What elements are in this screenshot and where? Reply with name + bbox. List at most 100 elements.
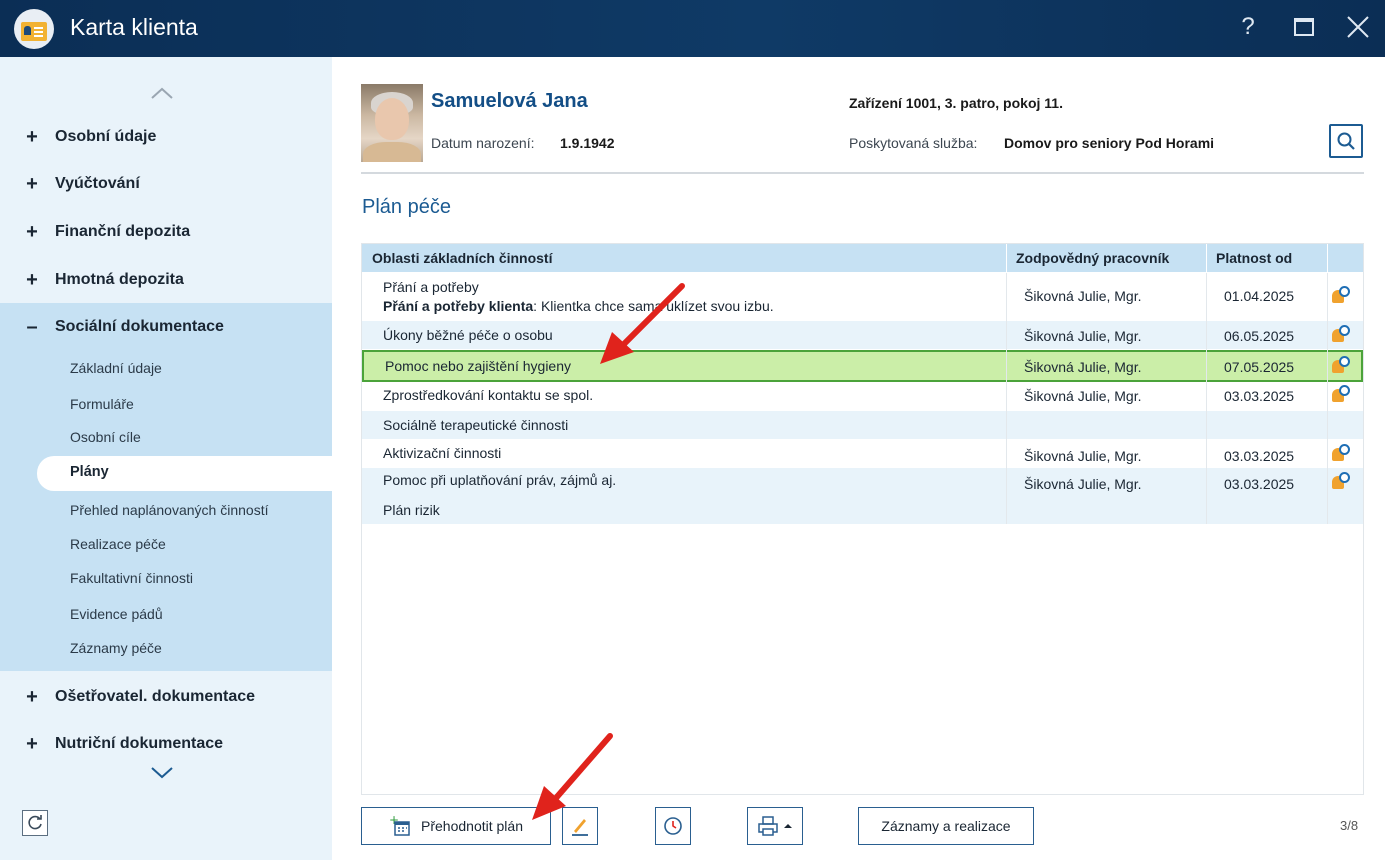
dob-label: Datum narození: [431, 135, 535, 151]
sidebar-item-osobni-udaje[interactable]: + Osobní údaje [24, 123, 324, 151]
sidebar-subitem-plany[interactable]: Plány [37, 456, 332, 491]
row-area: Plán rizik [383, 502, 440, 518]
row-area: Aktivizační činnosti [383, 445, 502, 461]
table-row[interactable]: Přání a potřeby Přání a potřeby klienta:… [362, 273, 1363, 318]
sidebar-item-label: Hmotná depozita [55, 271, 184, 288]
table-row[interactable]: Plán rizik [362, 496, 1363, 524]
sidebar-subitem-osobni-cile[interactable]: Osobní cíle [70, 424, 141, 450]
sidebar-subitem-zaznamy-pece[interactable]: Záznamy péče [70, 635, 162, 661]
table-row-selected[interactable]: Pomoc nebo zajištění hygieny Šikovná Jul… [362, 350, 1363, 382]
row-date: 03.03.2025 [1224, 448, 1295, 464]
sidebar-subitem-prehled-cinnosti[interactable]: Přehled naplánovaných činností [70, 497, 268, 523]
sidebar-item-label: Osobní údaje [55, 128, 157, 145]
service-value: Domov pro seniory Pod Horami [1004, 135, 1215, 151]
sidebar-subitem-evidence-padu[interactable]: Evidence pádů [70, 601, 163, 627]
row-area: Pomoc při uplatňování práv, zájmů aj. [383, 472, 617, 488]
expand-icon: + [26, 686, 38, 708]
column-header-valid-from[interactable]: Platnost od [1216, 250, 1292, 266]
column-header-area[interactable]: Oblasti základních činností [372, 250, 552, 266]
expand-icon: + [26, 173, 38, 195]
print-button[interactable] [747, 807, 803, 845]
add-calendar-icon: + [389, 815, 410, 836]
table-row[interactable]: Pomoc při uplatňování práv, zájmů aj. Ši… [362, 468, 1363, 496]
page-indicator: 3/8 [1340, 818, 1359, 833]
bell-icon[interactable] [1330, 472, 1352, 492]
row-area: Přání a potřeby [383, 279, 479, 295]
collapse-icon: – [26, 316, 38, 338]
table-row[interactable]: Zprostředkování kontaktu se spol. Šikovn… [362, 383, 1363, 411]
row-worker: Šikovná Julie, Mgr. [1024, 448, 1142, 464]
sidebar-subitem-zakladni-udaje[interactable]: Základní údaje [70, 355, 162, 381]
sidebar-item-vyuctovani[interactable]: + Vyúčtování [24, 170, 324, 198]
close-icon [1347, 16, 1369, 38]
bell-icon[interactable] [1330, 385, 1352, 405]
records-and-realization-label: Záznamy a realizace [881, 818, 1011, 834]
chevron-up-icon [784, 824, 792, 828]
reevaluate-plan-button[interactable]: + Přehodnotit plán [361, 807, 551, 845]
row-detail: Přání a potřeby klienta: Klientka chce s… [383, 298, 774, 314]
sidebar-item-label: Vyúčtování [55, 175, 140, 192]
row-date: 01.04.2025 [1224, 288, 1295, 304]
maximize-button[interactable] [1288, 10, 1320, 44]
table-row[interactable]: Úkony běžné péče o osobu Šikovná Julie, … [362, 321, 1363, 349]
reevaluate-plan-label: Přehodnotit plán [421, 818, 523, 834]
client-name: Samuelová Jana [431, 90, 588, 112]
row-area: Úkony běžné péče o osobu [383, 327, 553, 343]
table-row[interactable]: Aktivizační činnosti Šikovná Julie, Mgr.… [362, 439, 1363, 467]
sidebar-item-nutricni-dokumentace[interactable]: + Nutriční dokumentace [24, 730, 324, 758]
records-and-realization-button[interactable]: Záznamy a realizace [858, 807, 1034, 845]
row-date: 06.05.2025 [1224, 328, 1295, 344]
pencil-icon [572, 819, 588, 836]
sidebar-item-hmotna-depozita[interactable]: + Hmotná depozita [24, 266, 324, 294]
close-button[interactable] [1342, 10, 1374, 44]
header-divider [361, 172, 1364, 174]
sidebar-subitem-realizace-pece[interactable]: Realizace péče [70, 531, 166, 557]
printer-icon [758, 816, 778, 836]
sidebar-subitem-fakultativni-cinnosti[interactable]: Fakultativní činnosti [70, 565, 193, 591]
maximize-icon [1294, 18, 1314, 36]
bell-icon[interactable] [1330, 444, 1352, 464]
row-worker: Šikovná Julie, Mgr. [1024, 288, 1142, 304]
sidebar-item-label: Ošetřovatel. dokumentace [55, 688, 256, 705]
client-location: Zařízení 1001, 3. patro, pokoj 11. [849, 95, 1063, 111]
row-worker: Šikovná Julie, Mgr. [1024, 476, 1142, 492]
svg-text:+: + [389, 815, 399, 827]
title-bar: Karta klienta ? [0, 0, 1385, 57]
scroll-down-icon[interactable] [150, 766, 174, 780]
row-date: 03.03.2025 [1224, 388, 1295, 404]
row-area: Sociálně terapeutické činnosti [383, 417, 569, 433]
scroll-up-icon[interactable] [150, 86, 174, 100]
care-plan-table: Oblasti základních činností Zodpovědný p… [361, 243, 1364, 795]
bell-icon[interactable] [1330, 325, 1352, 345]
edit-button[interactable] [562, 807, 598, 845]
row-area: Zprostředkování kontaktu se spol. [383, 387, 594, 403]
expand-icon: + [26, 733, 38, 755]
refresh-icon [28, 815, 42, 830]
expand-icon: + [26, 126, 38, 148]
help-button[interactable]: ? [1232, 10, 1264, 44]
history-icon [664, 817, 682, 835]
bell-icon[interactable] [1330, 286, 1352, 306]
window-title: Karta klienta [70, 14, 198, 40]
sidebar-item-label: Nutriční dokumentace [55, 735, 224, 752]
sidebar-item-osetrovatel-dokumentace[interactable]: + Ošetřovatel. dokumentace [24, 683, 324, 711]
service-label: Poskytovaná služba: [849, 135, 978, 151]
refresh-button[interactable] [22, 810, 48, 836]
table-header: Oblasti základních činností Zodpovědný p… [362, 244, 1363, 272]
search-button[interactable] [1329, 124, 1363, 158]
bell-icon[interactable] [1330, 356, 1352, 376]
row-worker: Šikovná Julie, Mgr. [1024, 359, 1142, 375]
table-row[interactable]: Sociálně terapeutické činnosti [362, 411, 1363, 439]
row-date: 03.03.2025 [1224, 476, 1295, 492]
column-header-worker[interactable]: Zodpovědný pracovník [1016, 250, 1169, 266]
dob-value: 1.9.1942 [560, 135, 615, 151]
row-worker: Šikovná Julie, Mgr. [1024, 328, 1142, 344]
sidebar-subitem-label: Plány [70, 464, 109, 480]
history-button[interactable] [655, 807, 691, 845]
page-title: Plán péče [362, 196, 451, 218]
client-photo [361, 84, 423, 162]
sidebar-item-socialni-dokumentace[interactable]: – Sociální dokumentace [24, 313, 324, 341]
sidebar-subitem-formulare[interactable]: Formuláře [70, 391, 134, 417]
sidebar-item-financni-depozita[interactable]: + Finanční depozita [24, 218, 324, 246]
expand-icon: + [26, 221, 38, 243]
